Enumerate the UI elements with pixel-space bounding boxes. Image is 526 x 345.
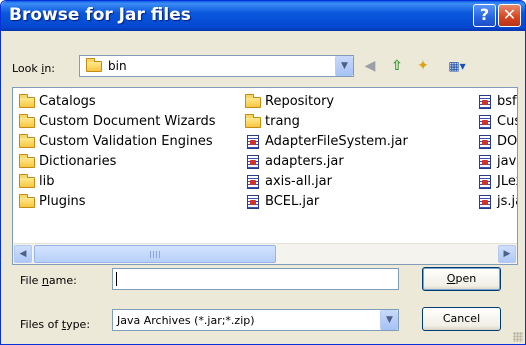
folder-icon — [19, 134, 35, 148]
jar-file-icon — [479, 135, 491, 149]
list-item[interactable]: BCEL.jar — [243, 192, 408, 212]
files-of-type-dropdown[interactable]: Java Archives (*.jar;*.zip) ▼ — [112, 309, 399, 331]
list-item[interactable]: bsf. — [475, 92, 517, 112]
list-item[interactable]: Cust — [475, 112, 517, 132]
jar-file-icon — [247, 195, 259, 209]
chevron-down-icon: ▼ — [341, 61, 348, 71]
list-item[interactable]: Custom Validation Engines — [17, 132, 216, 152]
chevron-right-icon: ▶ — [503, 249, 511, 259]
file-name-label: File name: — [20, 274, 77, 287]
view-menu-button[interactable]: ▦▾ — [444, 57, 470, 75]
window-title: Browse for Jar files — [9, 5, 191, 25]
list-item[interactable]: DOM — [475, 132, 517, 152]
jar-file-icon — [479, 95, 491, 109]
view-menu-icon: ▦▾ — [448, 59, 466, 73]
jar-file-icon — [247, 175, 259, 189]
chevron-down-icon: ▼ — [386, 315, 393, 325]
folder-icon — [86, 58, 102, 72]
list-item[interactable]: Repository — [243, 92, 408, 112]
jar-file-icon — [247, 135, 259, 149]
list-item[interactable]: AdapterFileSystem.jar — [243, 132, 408, 152]
file-list[interactable]: Catalogs Custom Document Wizards Custom … — [12, 87, 518, 265]
list-item[interactable]: js.ja — [475, 192, 517, 212]
browse-jar-dialog: Browse for Jar files ? ✕ Look in: bin ▼ … — [0, 0, 526, 345]
list-item[interactable]: Dictionaries — [17, 152, 216, 172]
scrollbar-thumb[interactable] — [34, 245, 276, 263]
file-name-input[interactable] — [112, 268, 399, 290]
up-one-level-button[interactable]: ⇧ — [388, 57, 406, 75]
back-arrow-icon: ◀ — [364, 58, 376, 74]
jar-file-icon — [479, 175, 491, 189]
file-column-1: Catalogs Custom Document Wizards Custom … — [17, 92, 216, 212]
look-in-dropdown[interactable]: bin ▼ — [79, 55, 354, 77]
folder-icon — [19, 174, 35, 188]
jar-file-icon — [247, 155, 259, 169]
up-folder-icon: ⇧ — [391, 58, 403, 74]
close-icon: ✕ — [502, 5, 517, 24]
list-item[interactable]: lib — [17, 172, 216, 192]
folder-icon — [19, 114, 35, 128]
jar-file-icon — [479, 155, 491, 169]
help-button[interactable]: ? — [473, 4, 496, 27]
folder-icon — [245, 114, 261, 128]
new-folder-icon: ✦ — [417, 58, 429, 74]
back-button[interactable]: ◀ — [361, 57, 379, 75]
list-item[interactable]: JLex — [475, 172, 517, 192]
grip-icon — [150, 251, 160, 258]
files-of-type-dropdown-button[interactable]: ▼ — [380, 310, 398, 330]
jar-file-icon — [479, 115, 491, 129]
cancel-button[interactable]: Cancel — [422, 307, 501, 331]
horizontal-scrollbar[interactable]: ◀ ▶ — [13, 243, 517, 264]
text-caret — [116, 272, 117, 286]
new-folder-button[interactable]: ✦ — [414, 57, 432, 75]
open-button[interactable]: Open — [422, 267, 501, 291]
files-of-type-value: Java Archives (*.jar;*.zip) — [117, 314, 255, 327]
folder-icon — [19, 194, 35, 208]
list-item[interactable]: java — [475, 152, 517, 172]
list-item[interactable]: Plugins — [17, 192, 216, 212]
list-item[interactable]: axis-all.jar — [243, 172, 408, 192]
list-item[interactable]: Catalogs — [17, 92, 216, 112]
file-column-2: Repository trang AdapterFileSystem.jar a… — [243, 92, 408, 212]
look-in-dropdown-button[interactable]: ▼ — [335, 56, 353, 76]
scroll-left-button[interactable]: ◀ — [14, 245, 32, 263]
files-of-type-label: Files of type: — [20, 318, 91, 331]
list-item[interactable]: adapters.jar — [243, 152, 408, 172]
close-button[interactable]: ✕ — [498, 4, 521, 27]
folder-icon — [245, 94, 261, 108]
jar-file-icon — [479, 195, 491, 209]
chevron-left-icon: ◀ — [19, 249, 27, 259]
look-in-value: bin — [108, 59, 127, 73]
scroll-right-button[interactable]: ▶ — [498, 245, 516, 263]
title-bar[interactable]: Browse for Jar files ? ✕ — [1, 1, 525, 31]
folder-icon — [19, 154, 35, 168]
look-in-label: Look in: — [12, 62, 56, 75]
folder-icon — [19, 94, 35, 108]
help-icon: ? — [479, 5, 490, 24]
list-item[interactable]: trang — [243, 112, 408, 132]
list-item[interactable]: Custom Document Wizards — [17, 112, 216, 132]
resize-grip-icon[interactable] — [513, 332, 523, 342]
file-column-3: bsf. Cust DOM java JLex js.ja — [475, 92, 517, 212]
